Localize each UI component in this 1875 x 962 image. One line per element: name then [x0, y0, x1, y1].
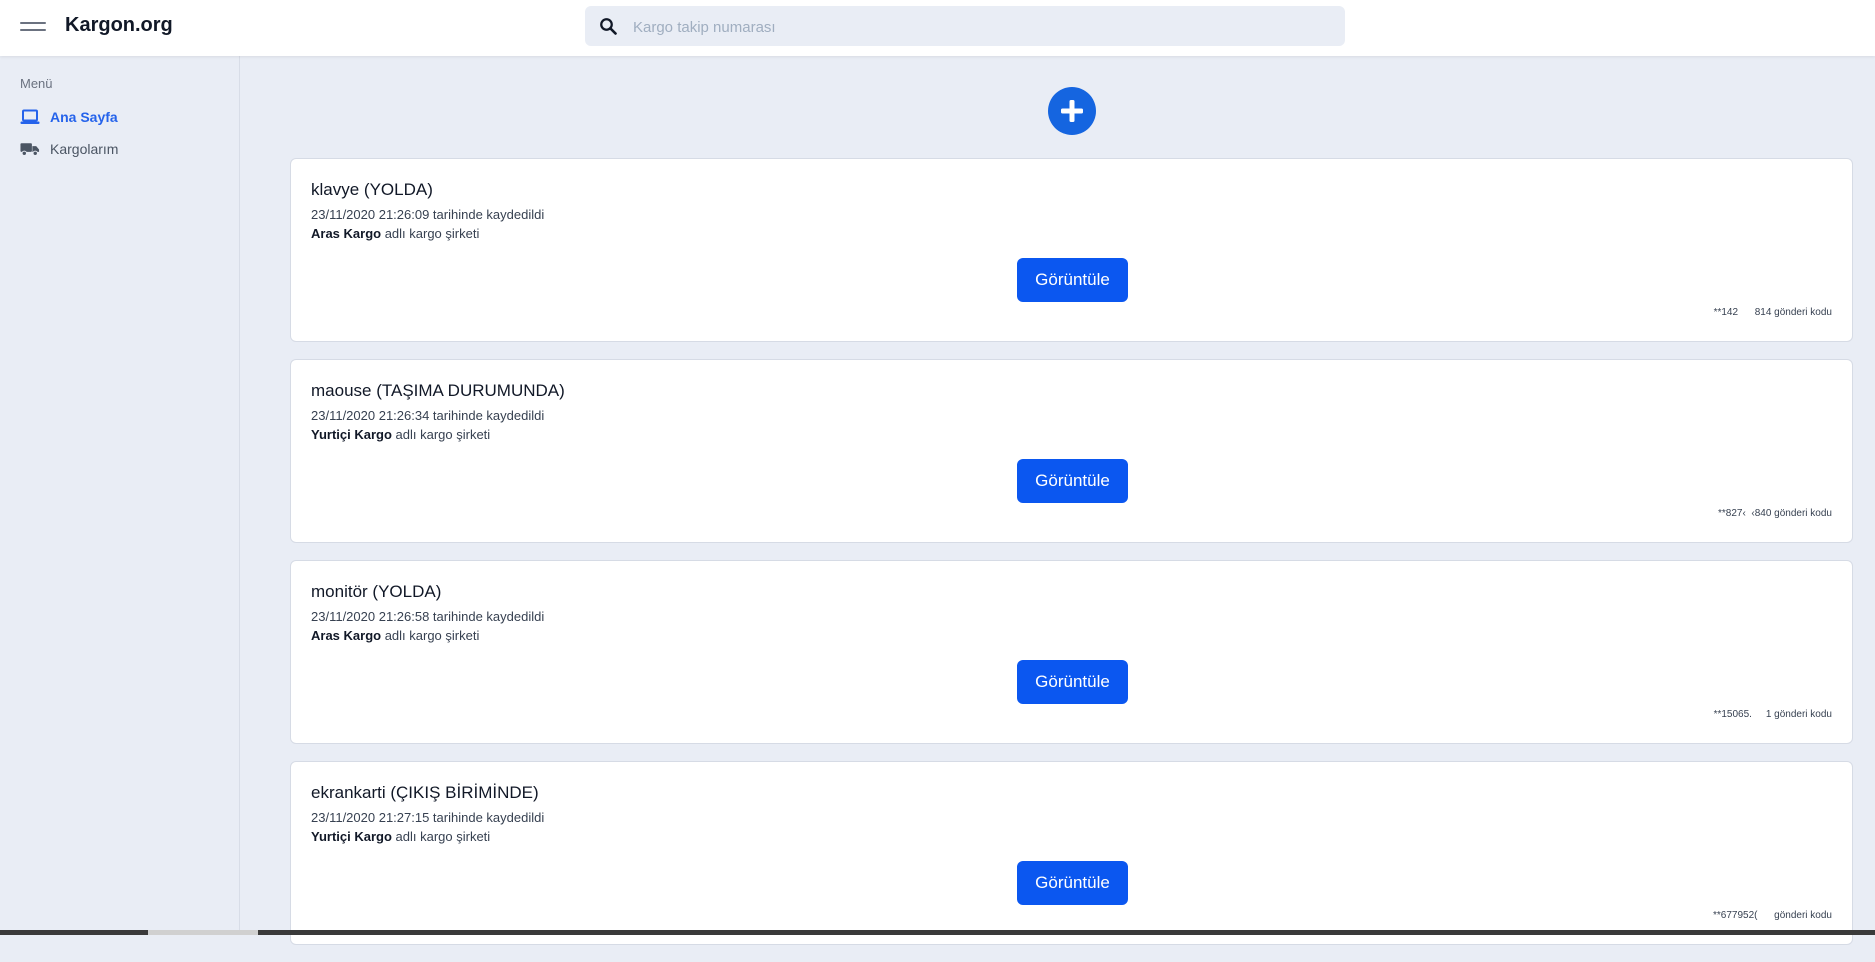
brand-logo[interactable]: Kargon.org	[65, 14, 173, 37]
sidebar-item-label: Ana Sayfa	[50, 109, 118, 125]
search-input[interactable]	[631, 6, 1335, 48]
cargo-company: Aras Kargo adlı kargo şirketi	[311, 226, 479, 241]
plus-icon	[1061, 100, 1083, 122]
company-suffix: adlı kargo şirketi	[381, 226, 480, 241]
view-button[interactable]: Görüntüle	[1017, 660, 1128, 704]
company-name: Yurtiçi Kargo	[311, 427, 392, 442]
company-suffix: adlı kargo şirketi	[381, 628, 480, 643]
company-suffix: adlı kargo şirketi	[391, 829, 491, 844]
truck-icon	[20, 140, 40, 158]
add-cargo-button[interactable]	[1048, 87, 1096, 135]
top-header: Kargon.org	[0, 0, 1875, 56]
laptop-icon	[20, 108, 40, 126]
tracking-code: **827‹ ‹840 gönderi kodu	[1718, 508, 1832, 519]
cargo-date: 23/11/2020 21:27:15 tarihinde kaydedildi	[311, 810, 545, 825]
search-icon	[600, 18, 617, 35]
company-name: Aras Kargo	[311, 226, 382, 241]
cargo-date: 23/11/2020 21:26:09 tarihinde kaydedildi	[311, 207, 545, 222]
company-name: Aras Kargo	[311, 628, 382, 643]
sidebar-menu-label: Menü	[20, 76, 53, 91]
view-button[interactable]: Görüntüle	[1017, 258, 1128, 302]
cargo-title: ekrankarti (ÇIKIŞ BİRİMİNDE)	[311, 783, 539, 802]
view-button[interactable]: Görüntüle	[1017, 861, 1128, 905]
tracking-code: **15065. 1 gönderi kodu	[1713, 709, 1832, 720]
sidebar-item-label: Kargolarım	[50, 141, 119, 157]
cargo-card: ekrankarti (ÇIKIŞ BİRİMİNDE) 23/11/2020 …	[290, 761, 1853, 945]
cargo-card: klavye (YOLDA) 23/11/2020 21:26:09 tarih…	[290, 158, 1853, 342]
search-bar	[585, 6, 1345, 48]
window-bottom-edge	[0, 930, 1875, 935]
tracking-code: **142 814 gönderi kodu	[1713, 307, 1832, 318]
sidebar-item-kargolarim[interactable]: Kargolarım	[20, 138, 118, 160]
hamburger-menu-icon[interactable]	[20, 17, 46, 39]
cargo-title: klavye (YOLDA)	[311, 180, 433, 199]
cargo-card: maouse (TAŞIMA DURUMUNDA) 23/11/2020 21:…	[290, 359, 1853, 543]
cargo-company: Aras Kargo adlı kargo şirketi	[311, 628, 479, 643]
sidebar-item-ana-sayfa[interactable]: Ana Sayfa	[20, 106, 118, 128]
view-button[interactable]: Görüntüle	[1017, 459, 1128, 503]
cargo-list: klavye (YOLDA) 23/11/2020 21:26:09 tarih…	[290, 158, 1853, 962]
cargo-title: monitör (YOLDA)	[311, 582, 442, 601]
cargo-date: 23/11/2020 21:26:58 tarihinde kaydedildi	[311, 609, 545, 624]
cargo-card: monitör (YOLDA) 23/11/2020 21:26:58 tari…	[290, 560, 1853, 744]
company-suffix: adlı kargo şirketi	[391, 427, 491, 442]
cargo-date: 23/11/2020 21:26:34 tarihinde kaydedildi	[311, 408, 545, 423]
company-name: Yurtiçi Kargo	[311, 829, 392, 844]
cargo-title: maouse (TAŞIMA DURUMUNDA)	[311, 381, 565, 400]
sidebar: Menü Ana Sayfa Kargolarım	[0, 56, 240, 935]
cargo-company: Yurtiçi Kargo adlı kargo şirketi	[311, 427, 490, 442]
cargo-company: Yurtiçi Kargo adlı kargo şirketi	[311, 829, 490, 844]
tracking-code: **677952( gönderi kodu	[1713, 910, 1832, 921]
